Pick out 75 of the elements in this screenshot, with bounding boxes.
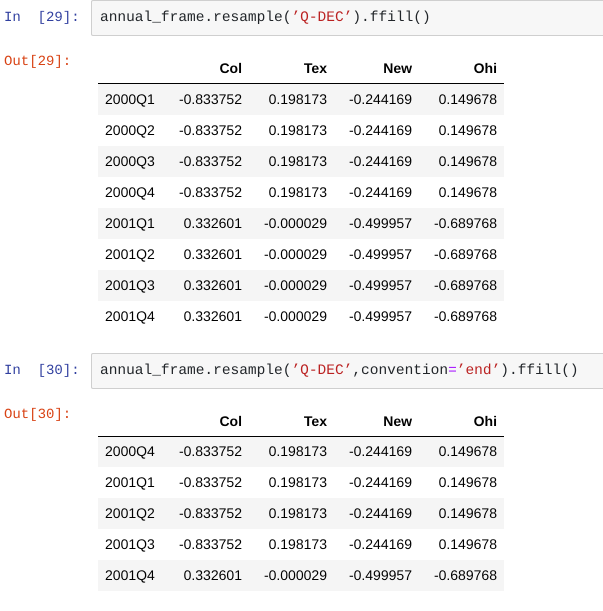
row-index: 2000Q2 <box>98 114 164 146</box>
row-index: 2000Q4 <box>98 176 164 208</box>
column-header: Col <box>164 406 249 436</box>
table-cell: 0.198173 <box>249 467 334 498</box>
table-cell: -0.000029 <box>249 238 334 270</box>
output-prompt: Out[29]: <box>3 53 72 72</box>
row-index: 2001Q4 <box>98 560 164 591</box>
table-cell: -0.499957 <box>334 560 419 591</box>
row-index: 2001Q3 <box>98 270 164 300</box>
column-header: Tex <box>249 406 334 436</box>
row-index: 2000Q4 <box>98 436 164 467</box>
table-cell: 0.198173 <box>249 176 334 208</box>
table-cell: -0.244169 <box>334 114 419 146</box>
table-cell: 0.198173 <box>249 146 334 176</box>
table-cell: -0.833752 <box>164 114 249 146</box>
row-index: 2001Q2 <box>98 238 164 270</box>
row-index: 2001Q3 <box>98 529 164 560</box>
output-prompt: Out[30]: <box>3 406 72 424</box>
code-cell[interactable]: annual_frame.resample(’Q-DEC’,convention=’end’).ffill() <box>91 352 603 388</box>
table-cell: 0.149678 <box>419 529 504 560</box>
table-cell: -0.244169 <box>334 146 419 176</box>
table-cell: 0.332601 <box>164 270 249 300</box>
table-cell: 0.332601 <box>164 238 249 270</box>
row-index: 2001Q2 <box>98 498 164 529</box>
table-cell: -0.244169 <box>334 498 419 529</box>
table-cell: 0.332601 <box>164 208 249 238</box>
table-cell: -0.689768 <box>419 560 504 591</box>
table-cell: 0.149678 <box>419 146 504 176</box>
table-cell: -0.689768 <box>419 238 504 270</box>
row-index: 2001Q1 <box>98 208 164 238</box>
code-cell[interactable]: annual_frame.resample(’Q-DEC’).ffill() <box>91 0 603 36</box>
table-cell: -0.833752 <box>164 176 249 208</box>
table-cell: -0.244169 <box>334 84 419 114</box>
table-cell: 0.149678 <box>419 467 504 498</box>
table-cell: -0.499957 <box>334 270 419 300</box>
table-cell: 0.149678 <box>419 84 504 114</box>
table-cell: -0.000029 <box>249 300 334 332</box>
table-cell: 0.198173 <box>249 84 334 114</box>
table-cell: 0.332601 <box>164 560 249 591</box>
table-cell: -0.833752 <box>164 146 249 176</box>
table-cell: -0.000029 <box>249 560 334 591</box>
table-cell: -0.244169 <box>334 436 419 467</box>
column-header: Ohi <box>419 406 504 436</box>
table-cell: -0.499957 <box>334 208 419 238</box>
table-cell: 0.198173 <box>249 114 334 146</box>
row-index: 2000Q1 <box>98 84 164 114</box>
table-cell: -0.244169 <box>334 529 419 560</box>
table-cell: -0.000029 <box>249 208 334 238</box>
table-cell: -0.499957 <box>334 300 419 332</box>
table-cell: 0.149678 <box>419 436 504 467</box>
row-index: 2000Q3 <box>98 146 164 176</box>
table-cell: 0.198173 <box>249 498 334 529</box>
row-index: 2001Q1 <box>98 467 164 498</box>
table-cell: 0.198173 <box>249 436 334 467</box>
row-index: 2001Q4 <box>98 300 164 332</box>
table-cell: -0.499957 <box>334 238 419 270</box>
table-cell: -0.244169 <box>334 467 419 498</box>
input-prompt: In [30]: <box>3 362 81 380</box>
table-cell: -0.689768 <box>419 208 504 238</box>
table-cell: -0.833752 <box>164 84 249 114</box>
table-cell: -0.833752 <box>164 498 249 529</box>
table-cell: -0.244169 <box>334 176 419 208</box>
table-cell: -0.000029 <box>249 270 334 300</box>
table-cell: 0.149678 <box>419 176 504 208</box>
table-cell: -0.689768 <box>419 300 504 332</box>
table-cell: -0.833752 <box>164 467 249 498</box>
table-cell: 0.149678 <box>419 498 504 529</box>
input-prompt: In [29]: <box>3 9 81 28</box>
table-cell: -0.833752 <box>164 436 249 467</box>
column-header: New <box>334 406 419 436</box>
table-cell: 0.149678 <box>419 114 504 146</box>
table-cell: 0.198173 <box>249 529 334 560</box>
table-cell: -0.689768 <box>419 270 504 300</box>
table-cell: -0.833752 <box>164 529 249 560</box>
table-cell: 0.332601 <box>164 300 249 332</box>
